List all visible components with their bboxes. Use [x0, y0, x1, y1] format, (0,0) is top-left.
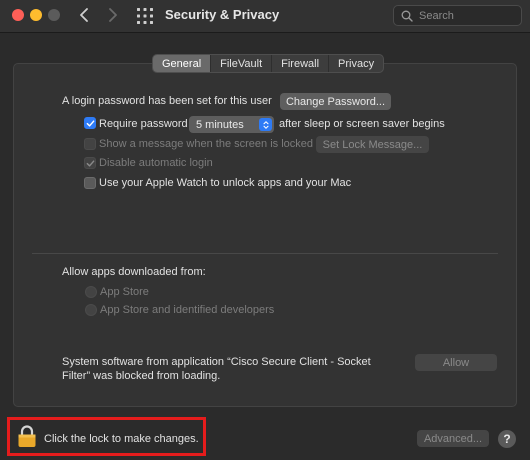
- require-password-interval-select[interactable]: 5 minutes: [189, 116, 274, 133]
- allow-apps-heading: Allow apps downloaded from:: [62, 266, 206, 278]
- advanced-button[interactable]: Advanced...: [417, 430, 489, 447]
- require-password-label: Require password: [99, 118, 188, 130]
- show-message-label: Show a message when the screen is locked: [99, 138, 314, 150]
- require-password-interval-value: 5 minutes: [196, 118, 244, 131]
- allow-button[interactable]: Allow: [415, 354, 497, 371]
- help-button[interactable]: ?: [498, 430, 516, 448]
- search-field[interactable]: [393, 5, 522, 26]
- lock-icon: [18, 425, 36, 447]
- close-window-button[interactable]: [12, 9, 24, 21]
- app-store-radio-label: App Store: [100, 286, 149, 298]
- lock-button[interactable]: [16, 424, 38, 448]
- app-store-radio[interactable]: [85, 286, 97, 298]
- show-message-checkbox[interactable]: [84, 138, 96, 150]
- disable-auto-login-checkbox[interactable]: [84, 157, 96, 169]
- forward-button[interactable]: [104, 5, 122, 25]
- require-password-checkbox[interactable]: [84, 117, 96, 129]
- tab-filevault[interactable]: FileVault: [210, 55, 271, 72]
- checkmark-icon: [86, 119, 94, 127]
- search-icon: [401, 10, 413, 22]
- tab-bar: General FileVault Firewall Privacy: [152, 54, 385, 73]
- blocked-software-text-line2: Filter” was blocked from loading.: [62, 370, 221, 382]
- disable-auto-login-label: Disable automatic login: [99, 157, 213, 169]
- minimize-window-button[interactable]: [30, 9, 42, 21]
- login-password-text: A login password has been set for this u…: [62, 95, 272, 107]
- change-password-button[interactable]: Change Password...: [280, 93, 391, 110]
- app-store-identified-radio[interactable]: [85, 304, 97, 316]
- tab-general[interactable]: General: [153, 55, 211, 72]
- after-sleep-text: after sleep or screen saver begins: [279, 118, 445, 130]
- set-lock-message-button[interactable]: Set Lock Message...: [316, 136, 429, 153]
- apple-watch-checkbox[interactable]: [84, 177, 96, 189]
- grid-icon: [137, 8, 153, 24]
- forward-chevron-icon: [109, 8, 117, 22]
- tab-privacy[interactable]: Privacy: [328, 55, 383, 72]
- section-divider: [32, 253, 498, 254]
- window-title: Security & Privacy: [165, 7, 280, 22]
- stepper-icon: [259, 118, 272, 131]
- checkmark-icon: [86, 159, 94, 167]
- back-chevron-icon: [80, 8, 88, 22]
- app-store-identified-radio-label: App Store and identified developers: [100, 304, 275, 316]
- titlebar: Security & Privacy: [0, 0, 530, 33]
- search-input[interactable]: [419, 9, 514, 22]
- tab-firewall[interactable]: Firewall: [271, 55, 328, 72]
- back-button[interactable]: [75, 5, 93, 25]
- lock-message: Click the lock to make changes.: [44, 433, 199, 445]
- security-privacy-window: Security & Privacy General FileVault Fir…: [0, 0, 530, 460]
- show-all-button[interactable]: [136, 7, 154, 25]
- zoom-window-button[interactable]: [48, 9, 60, 21]
- apple-watch-label: Use your Apple Watch to unlock apps and …: [99, 177, 352, 189]
- blocked-software-text-line1: System software from application “Cisco …: [62, 356, 371, 368]
